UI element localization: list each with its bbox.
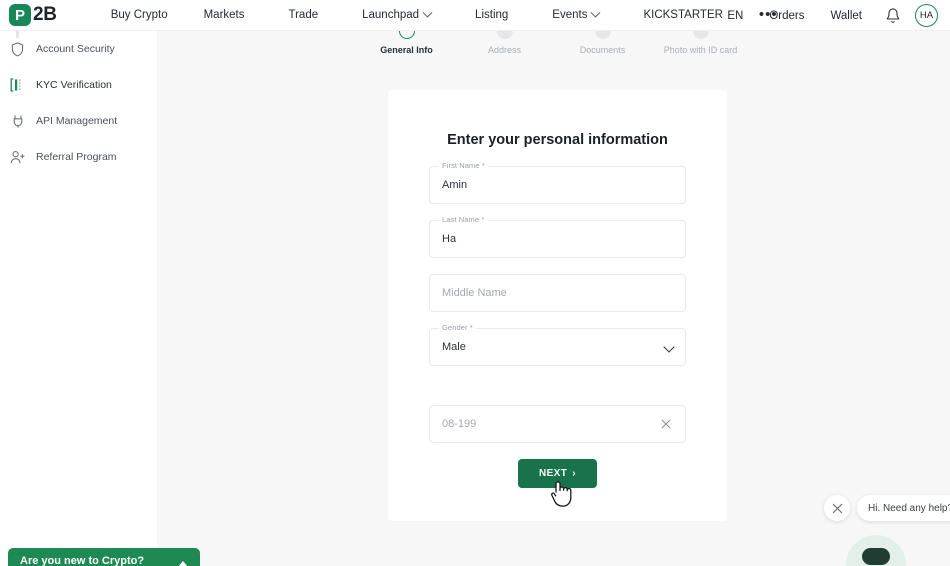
nav-item-orders[interactable]: Orders (756, 10, 817, 22)
nav-label: Launchpad (362, 9, 420, 21)
gender-select[interactable]: Gender * Male (429, 323, 686, 366)
step-general-info[interactable]: General Info (358, 31, 456, 66)
sidebar-item-referral-program[interactable]: Referral Program (0, 139, 157, 175)
nav-item-buy-crypto[interactable]: Buy Crypto (97, 9, 182, 21)
banner-label: Are you new to Crypto? (20, 555, 145, 566)
page-root: P 2B Buy Crypto Markets Trade Launchpad … (0, 0, 950, 566)
personal-information-card: Enter your personal information First Na… (388, 90, 727, 521)
last-name-field[interactable]: Last Name * Ha (429, 215, 686, 258)
nav-item-trade[interactable]: Trade (267, 9, 341, 21)
secondary-nav-items: EN Orders Wallet HA (714, 0, 942, 31)
step-label: Photo with ID card (663, 45, 738, 55)
sidebar-item-label: Referral Program (36, 151, 117, 163)
gender-label: Gender * (439, 323, 476, 332)
nav-label: Orders (769, 9, 805, 22)
main-content: General Info Address Documents Photo wit… (157, 31, 950, 549)
step-circle (398, 31, 415, 39)
middle-name-field[interactable]: Middle Name (429, 274, 686, 312)
shield-icon (9, 41, 26, 58)
nav-label: Trade (288, 9, 319, 21)
step-circle (594, 31, 611, 39)
chevron-right-icon: › (572, 468, 576, 479)
nav-label: EN (727, 9, 744, 22)
birth-date-value: 08-199 (442, 418, 477, 430)
sidebar-item-account-security[interactable]: Account Security (0, 31, 157, 67)
nav-item-markets[interactable]: Markets (182, 9, 267, 21)
chat-launcher-button[interactable] (862, 548, 890, 565)
sidebar: Account Security KYC Verification API Ma… (0, 28, 157, 566)
chevron-down-icon (663, 341, 675, 353)
first-name-label: First Name * (439, 161, 488, 170)
logo-mark-icon: P (9, 4, 31, 26)
clear-icon[interactable] (659, 417, 673, 431)
form-fields: First Name * Amin Last Name * Ha Middle … (388, 161, 727, 488)
gender-value: Male (442, 341, 466, 353)
nav-label: Events (552, 9, 588, 21)
chat-close-button[interactable] (824, 495, 850, 521)
nav-label: Wallet (830, 9, 862, 22)
first-name-field[interactable]: First Name * Amin (429, 161, 686, 204)
nav-label: Buy Crypto (110, 9, 168, 21)
nav-item-wallet[interactable]: Wallet (817, 10, 875, 22)
user-plus-icon (9, 149, 26, 166)
new-to-crypto-banner[interactable]: Are you new to Crypto? (8, 548, 200, 566)
sidebar-item-label: API Management (36, 115, 118, 127)
nav-item-events[interactable]: Events (530, 7, 621, 21)
middle-name-placeholder: Middle Name (442, 287, 507, 299)
step-photo-with-id-card[interactable]: Photo with ID card (652, 31, 750, 66)
last-name-value: Ha (442, 233, 457, 245)
id-card-icon (9, 77, 26, 94)
nav-item-launchpad[interactable]: Launchpad (340, 7, 453, 21)
step-label: General Info (380, 45, 433, 55)
sidebar-item-api-management[interactable]: API Management (0, 103, 157, 139)
kyc-stepper: General Info Address Documents Photo wit… (157, 31, 950, 66)
nav-label: Markets (203, 9, 245, 21)
language-selector[interactable]: EN (714, 10, 756, 22)
chevron-down-icon (422, 7, 433, 18)
plug-icon (9, 113, 26, 130)
top-navigation-bar: P 2B Buy Crypto Markets Trade Launchpad … (0, 0, 950, 31)
last-name-label: Last Name * (439, 215, 488, 224)
page-title: Enter your personal information (447, 132, 668, 148)
nav-label: Listing (475, 9, 509, 21)
chevron-down-icon (591, 7, 601, 18)
step-circle (692, 31, 709, 39)
site-logo[interactable]: P 2B (9, 4, 57, 26)
chat-greeting-bubble[interactable]: Hi. Need any help? (857, 495, 950, 521)
chat-greeting-text: Hi. Need any help? (868, 502, 950, 514)
birth-date-field[interactable]: 08-199 (429, 405, 686, 443)
form-actions: NEXT › (429, 459, 686, 488)
logo-letter: P (14, 6, 25, 24)
step-label: Documents (579, 45, 626, 55)
sidebar-item-label: Account Security (36, 43, 115, 55)
next-button-label: NEXT (538, 468, 568, 479)
avatar[interactable]: HA (915, 4, 938, 27)
primary-nav-items: Buy Crypto Markets Trade Launchpad Listi… (97, 7, 792, 22)
sidebar-item-label: KYC Verification (36, 79, 112, 91)
bell-icon[interactable] (885, 7, 901, 25)
step-circle (496, 31, 513, 39)
nav-item-listing[interactable]: Listing (453, 9, 530, 21)
step-documents[interactable]: Documents (554, 31, 652, 66)
caret-up-icon (178, 561, 188, 566)
sidebar-item-kyc-verification[interactable]: KYC Verification (0, 67, 157, 103)
next-button[interactable]: NEXT › (518, 459, 597, 488)
first-name-value: Amin (442, 179, 468, 191)
logo-text: 2B (33, 4, 57, 25)
step-address[interactable]: Address (456, 31, 554, 66)
nav-label: KICKSTARTER (643, 9, 723, 21)
step-label: Address (487, 45, 522, 55)
